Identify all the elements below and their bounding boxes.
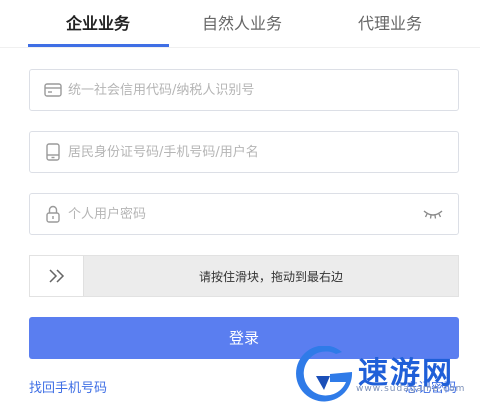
slide-verification[interactable]: 请按住滑块，拖动到最右边: [29, 255, 459, 297]
tab-enterprise[interactable]: 企业业务: [28, 10, 168, 36]
id-number-input[interactable]: [68, 132, 428, 172]
slider-instruction: 请按住滑块，拖动到最右边: [198, 270, 343, 284]
password-input[interactable]: [68, 194, 428, 234]
lock-icon: [43, 204, 63, 224]
login-type-tabs: 企业业务 自然人业务 代理业务: [0, 0, 480, 48]
watermark-url: www.sudagame.com: [356, 384, 466, 394]
tab-agent[interactable]: 代理业务: [320, 10, 460, 36]
credit-code-field[interactable]: [29, 69, 459, 111]
find-phone-link[interactable]: 找回手机号码: [29, 377, 107, 396]
id-number-field[interactable]: [29, 131, 459, 173]
password-field[interactable]: [29, 193, 459, 235]
credit-code-input[interactable]: [68, 70, 428, 110]
tabs-divider: [0, 47, 480, 48]
card-icon: [43, 80, 63, 100]
double-chevron-right-icon: [49, 269, 65, 283]
tab-individual[interactable]: 自然人业务: [172, 10, 312, 36]
watermark-logo-icon: [296, 346, 353, 402]
eye-closed-icon[interactable]: [422, 206, 444, 222]
watermark: 速游网 www.sudagame.com: [296, 344, 476, 408]
slider-handle[interactable]: [30, 256, 84, 296]
phone-icon: [43, 142, 63, 162]
